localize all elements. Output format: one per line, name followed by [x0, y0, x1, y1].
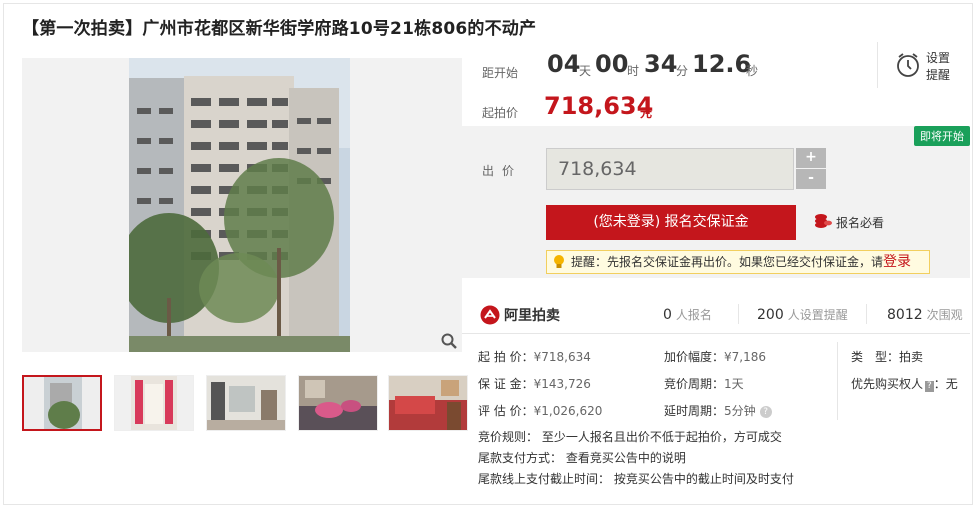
rule-key: 竞价规则：: [478, 430, 539, 444]
detail-key: 竞价周期：: [664, 377, 725, 391]
detail-value: ¥143,726: [533, 377, 591, 391]
thumbnail-1[interactable]: [22, 375, 102, 431]
start-price-label: 起拍价: [482, 106, 519, 120]
ali-auction-logo-icon: [480, 305, 500, 325]
lightbulb-icon: [554, 255, 564, 268]
reminders-stat: 200 人设置提醒: [757, 306, 848, 323]
countdown-seconds: 12.6: [692, 50, 752, 78]
reminders-count: 200: [757, 307, 784, 323]
signup-deposit-button[interactable]: (您未登录) 报名交保证金: [546, 205, 796, 240]
detail-key: 起 拍 价：: [478, 350, 534, 364]
detail-type: 类 型：拍卖: [851, 348, 923, 365]
rule-bidding: 竞价规则： 至少一人报名且出价不低于起拍价，方可成交: [478, 428, 782, 445]
increase-bid-button[interactable]: +: [796, 148, 826, 168]
countdown-seconds-unit: 秒: [746, 64, 759, 78]
login-link[interactable]: 登录: [883, 254, 911, 270]
main-photo: [129, 58, 350, 352]
detail-value: ¥7,186: [724, 350, 767, 364]
rule-key: 尾款线上支付截止时间：: [478, 472, 611, 486]
countdown-days-unit: 天: [579, 64, 592, 78]
start-price-unit: 元: [640, 106, 653, 120]
countdown-days: 04: [547, 50, 581, 78]
alarm-clock-icon: [897, 53, 919, 77]
main-image-viewer[interactable]: [22, 58, 462, 352]
detail-key: 延时周期：: [664, 404, 725, 418]
rule-value: 至少一人报名且出价不低于起拍价，方可成交: [541, 430, 782, 444]
rule-key: 尾款支付方式：: [478, 451, 563, 465]
thumbnail-3[interactable]: [206, 375, 286, 431]
bid-box: 即将开始 出价 718,634 + - (您未登录) 报名交保证金 报名必看 提…: [462, 126, 970, 278]
status-badge: 即将开始: [914, 126, 970, 146]
signups-count: 0: [663, 307, 672, 323]
detail-value: 1天: [724, 377, 744, 391]
logo-text: 阿里拍卖: [504, 308, 560, 324]
start-price-value: 718,634: [544, 92, 654, 120]
detail-deposit: 保 证 金：¥143,726: [478, 375, 591, 392]
views-count: 8012: [887, 307, 923, 323]
rule-value: 查看竞买公告中的说明: [565, 451, 686, 465]
help-icon[interactable]: ?: [759, 405, 772, 418]
coins-icon: [815, 214, 832, 228]
thumbnail-strip: [22, 375, 468, 431]
priority-info-icon[interactable]: ?: [925, 381, 934, 392]
zoom-button[interactable]: [438, 330, 460, 352]
signups-stat: 0 人报名: [663, 306, 712, 323]
detail-value: ：无: [933, 377, 958, 391]
detail-delay: 延时周期：5分钟?: [664, 402, 772, 419]
detail-key: 加价幅度：: [664, 350, 725, 364]
reminder-label-line1: 设置: [926, 51, 951, 65]
reminder-label-line2: 提醒: [926, 68, 951, 82]
countdown-label: 距开始: [482, 66, 519, 80]
rule-payment-method: 尾款支付方式： 查看竞买公告中的说明: [478, 449, 686, 466]
thumbnail-5[interactable]: [388, 375, 468, 431]
detail-value: ¥1,026,620: [533, 404, 603, 418]
details-divider: [837, 342, 838, 420]
detail-appraisal: 评 估 价：¥1,026,620: [478, 402, 602, 419]
page-title: 【第一次拍卖】广州市花都区新华街学府路10号21栋806的不动产: [22, 19, 537, 39]
detail-key: 优先购买权人: [851, 377, 924, 391]
notice-text: 提醒：先报名交保证金再出价。如果您已经交付保证金，请: [571, 255, 884, 269]
bid-input[interactable]: 718,634: [546, 148, 794, 190]
detail-priority: 优先购买权人? ：无: [851, 375, 958, 392]
login-notice: 提醒：先报名交保证金再出价。如果您已经交付保证金，请登录: [546, 250, 930, 274]
detail-key: 评 估 价：: [478, 404, 534, 418]
stat-divider: [738, 304, 739, 324]
countdown: 距开始 04 天 00 时 34 分 12.6 秒 设置 提醒: [462, 42, 970, 88]
detail-value: ¥718,634: [533, 350, 591, 364]
must-read-link[interactable]: 报名必看: [814, 214, 884, 231]
detail-value: 拍卖: [899, 350, 924, 364]
stat-divider: [866, 304, 867, 324]
detail-value: 5分钟: [724, 404, 756, 418]
detail-key: 保 证 金：: [478, 377, 534, 391]
bid-label: 出价: [482, 164, 523, 178]
countdown-hours-unit: 时: [627, 64, 640, 78]
countdown-minutes: 34: [644, 50, 678, 78]
detail-increment: 加价幅度：¥7,186: [664, 348, 766, 365]
rule-value: 按竞买公告中的截止时间及时支付: [613, 472, 794, 486]
set-reminder-button[interactable]: 设置 提醒: [877, 42, 970, 88]
signups-unit: 人报名: [675, 308, 712, 322]
countdown-hours: 00: [595, 50, 629, 78]
reminders-unit: 人设置提醒: [787, 308, 848, 322]
views-unit: 次围观: [926, 308, 963, 322]
magnifier-icon: [441, 333, 457, 349]
rule-payment-deadline: 尾款线上支付截止时间： 按竞买公告中的截止时间及时支付: [478, 470, 794, 487]
views-stat: 8012 次围观: [887, 306, 963, 323]
thumbnail-4[interactable]: [298, 375, 378, 431]
detail-cycle: 竞价周期：1天: [664, 375, 744, 392]
stats-bar: 阿里拍卖 0 人报名 200 人设置提醒 8012 次围观: [462, 294, 970, 334]
ali-auction-logo: 阿里拍卖: [480, 304, 560, 326]
thumbnail-2[interactable]: [114, 375, 194, 431]
decrease-bid-button[interactable]: -: [796, 169, 826, 189]
detail-start-price: 起 拍 价：¥718,634: [478, 348, 591, 365]
detail-key: 类 型：: [851, 350, 900, 364]
must-read-label: 报名必看: [836, 216, 885, 230]
countdown-minutes-unit: 分: [676, 64, 689, 78]
